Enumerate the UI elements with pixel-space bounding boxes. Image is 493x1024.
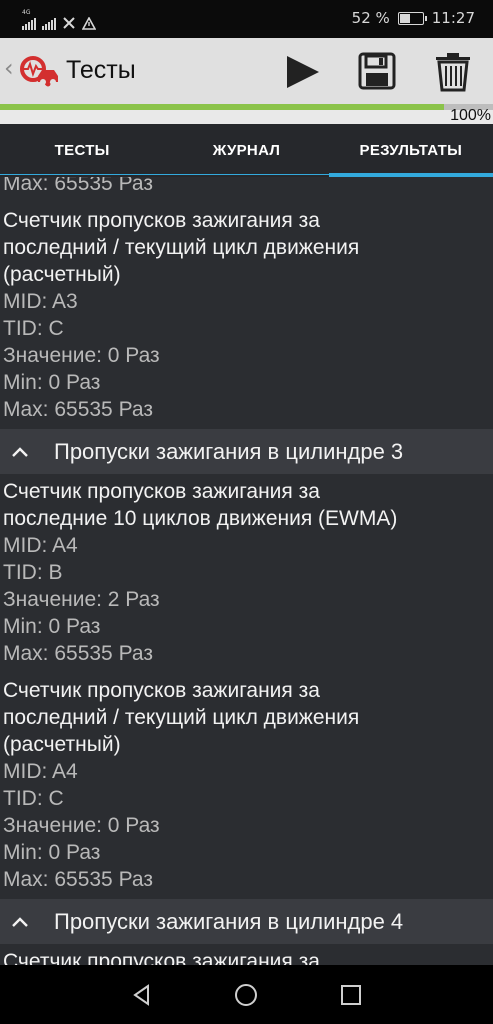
section-title: Пропуски зажигания в цилиндре 4 xyxy=(54,908,404,934)
result-value: Значение: 0 Раз xyxy=(3,344,160,367)
result-tid: TID: C xyxy=(3,787,64,810)
result-title: последний / текущий цикл движения xyxy=(3,236,360,259)
clock: 11:27 xyxy=(431,9,475,27)
result-mid: MID: A4 xyxy=(3,760,78,783)
chevron-up-icon xyxy=(12,446,28,457)
signal-strength-2-icon xyxy=(42,16,56,30)
tab-results[interactable]: РЕЗУЛЬТАТЫ xyxy=(328,124,493,177)
chevron-left-icon[interactable]: ‹ xyxy=(4,54,14,82)
result-title: Счетчик пропусков зажигания за xyxy=(3,679,320,702)
result-max: Max: 65535 Раз xyxy=(3,868,153,891)
home-circle-icon[interactable] xyxy=(234,983,258,1007)
car-diagnostics-logo-icon[interactable] xyxy=(16,54,60,88)
system-nav-bar xyxy=(0,965,493,1024)
data-off-icon xyxy=(63,17,75,29)
tab-tests[interactable]: ТЕСТЫ xyxy=(0,124,164,177)
battery-level-fill xyxy=(399,13,411,23)
status-bar: 4G 52 % 11:27 xyxy=(0,0,493,38)
result-tid: TID: B xyxy=(3,561,63,584)
section-header-cylinder-4[interactable]: Пропуски зажигания в цилиндре 4 xyxy=(0,899,493,944)
battery-icon xyxy=(397,11,427,25)
app-bar: ‹ Тесты xyxy=(0,38,493,104)
result-min: Min: 0 Раз xyxy=(3,371,101,394)
section-header-cylinder-3[interactable]: Пропуски зажигания в цилиндре 3 xyxy=(0,429,493,474)
back-triangle-icon[interactable] xyxy=(130,983,154,1007)
result-title: Счетчик пропусков зажигания за xyxy=(3,950,320,965)
warning-triangle-icon xyxy=(82,17,96,30)
result-min: Min: 0 Раз xyxy=(3,841,101,864)
result-mid: MID: A4 xyxy=(3,534,78,557)
result-mid: MID: A3 xyxy=(3,290,78,313)
signal-strength-1-icon xyxy=(22,16,36,30)
tab-log[interactable]: ЖУРНАЛ xyxy=(164,124,328,177)
page-title: Тесты xyxy=(66,56,136,84)
progress-label: 100% xyxy=(450,107,491,124)
result-title: (расчетный) xyxy=(3,263,121,286)
result-value: Значение: 0 Раз xyxy=(3,814,160,837)
trash-icon[interactable] xyxy=(433,52,475,92)
save-icon[interactable] xyxy=(357,52,399,92)
result-value: Значение: 2 Раз xyxy=(3,588,160,611)
result-max: Max: 65535 Раз xyxy=(3,398,153,421)
tab-underline xyxy=(0,174,330,175)
progress-bar: 100% xyxy=(0,104,493,124)
result-title: Счетчик пропусков зажигания за xyxy=(3,480,320,503)
result-title: последний / текущий цикл движения xyxy=(3,706,360,729)
section-title: Пропуски зажигания в цилиндре 3 xyxy=(54,438,404,464)
results-list[interactable]: Max: 65535 Раз Счетчик пропусков зажиган… xyxy=(0,177,493,965)
play-icon[interactable] xyxy=(282,52,324,92)
result-title: (расчетный) xyxy=(3,733,121,756)
tab-bar: ТЕСТЫ ЖУРНАЛ РЕЗУЛЬТАТЫ xyxy=(0,124,493,177)
progress-fill xyxy=(0,104,444,110)
result-max: Max: 65535 Раз xyxy=(3,642,153,665)
result-tid: TID: C xyxy=(3,317,64,340)
battery-percent: 52 % xyxy=(351,9,390,27)
status-icons-left: 4G xyxy=(22,10,96,30)
recents-square-icon[interactable] xyxy=(339,983,363,1007)
status-icons-right: 52 % 11:27 xyxy=(352,9,475,27)
result-title: Счетчик пропусков зажигания за xyxy=(3,209,320,232)
result-max: Max: 65535 Раз xyxy=(3,177,153,195)
chevron-up-icon xyxy=(12,916,28,927)
result-title: последние 10 циклов движения (EWMA) xyxy=(3,507,398,530)
result-min: Min: 0 Раз xyxy=(3,615,101,638)
